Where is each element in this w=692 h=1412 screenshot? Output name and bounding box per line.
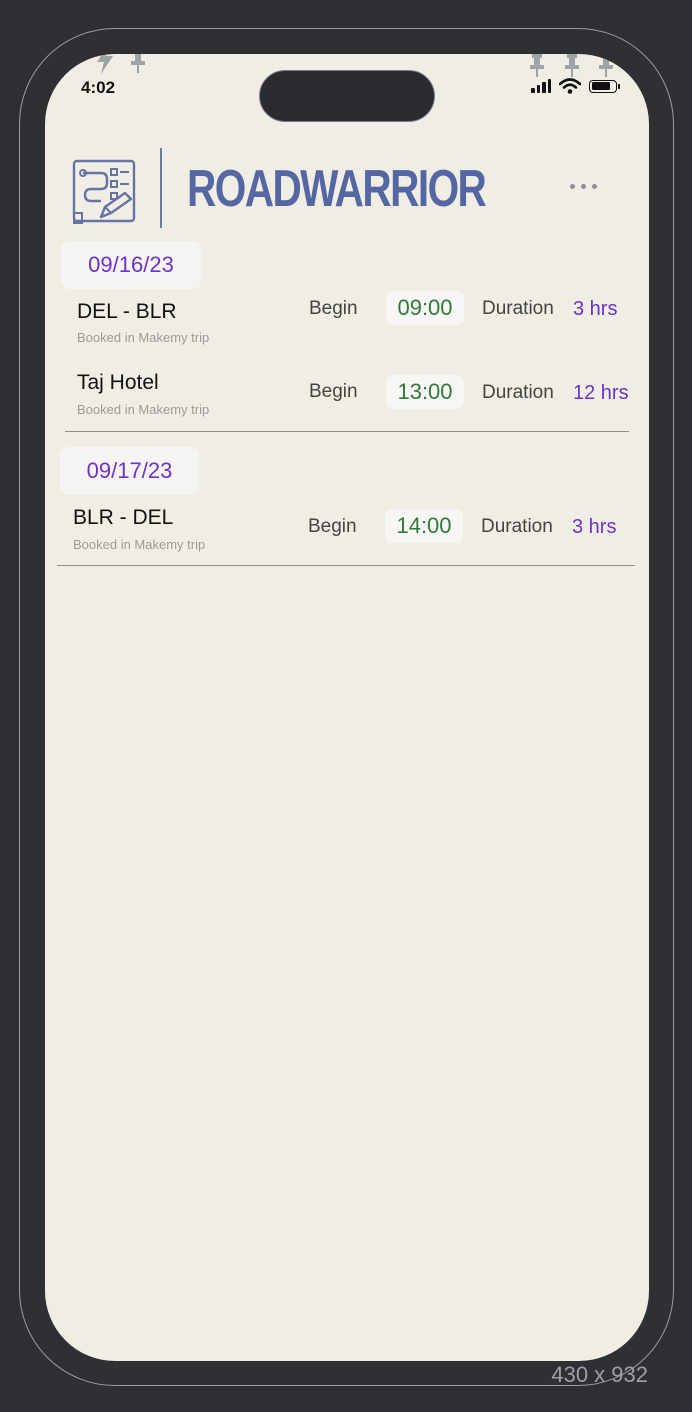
- duration-value: 12 hrs: [573, 382, 629, 404]
- section-divider: [65, 431, 629, 432]
- more-horizontal-icon[interactable]: [570, 184, 597, 189]
- duration-label: Duration: [482, 382, 554, 403]
- duration-label: Duration: [481, 516, 553, 537]
- brand-title: ROADWARRIOR: [187, 160, 487, 218]
- dynamic-island: [259, 70, 435, 122]
- begin-label: Begin: [309, 381, 358, 402]
- begin-time[interactable]: 09:00: [386, 291, 464, 325]
- status-time: 4:02: [81, 78, 116, 97]
- status-icons: [531, 78, 620, 94]
- trip-item-title[interactable]: Taj Hotel: [77, 371, 159, 395]
- begin-time[interactable]: 14:00: [385, 509, 463, 543]
- date-chip: 09/16/23: [61, 241, 201, 289]
- frame-size-label: 430 x 932: [551, 1362, 648, 1387]
- section-divider: [57, 565, 635, 566]
- logo-divider: [160, 148, 162, 228]
- battery-icon: [589, 79, 620, 93]
- begin-label: Begin: [309, 298, 358, 319]
- bolt-icon: [95, 54, 115, 79]
- trip-item-title[interactable]: DEL - BLR: [77, 300, 177, 324]
- trip-item-subtitle: Booked in Makemy trip: [73, 537, 206, 552]
- cellular-signal-icon: [531, 79, 551, 93]
- duration-value: 3 hrs: [573, 298, 618, 320]
- date-chip: 09/17/23: [60, 447, 199, 495]
- wifi-icon: [559, 78, 581, 94]
- route-map-icon: [72, 159, 136, 224]
- pin-icon: [130, 54, 146, 79]
- trip-item-subtitle: Booked in Makemy trip: [77, 402, 210, 417]
- trip-item-subtitle: Booked in Makemy trip: [77, 330, 210, 345]
- duration-label: Duration: [482, 298, 554, 319]
- trip-item-title[interactable]: BLR - DEL: [73, 506, 173, 530]
- begin-label: Begin: [308, 516, 357, 537]
- phone-screen: 4:02 ROADWARRIOR 09/16/23 DEL - BLR Book…: [45, 54, 649, 1361]
- begin-time[interactable]: 13:00: [386, 375, 464, 409]
- duration-value: 3 hrs: [572, 516, 617, 538]
